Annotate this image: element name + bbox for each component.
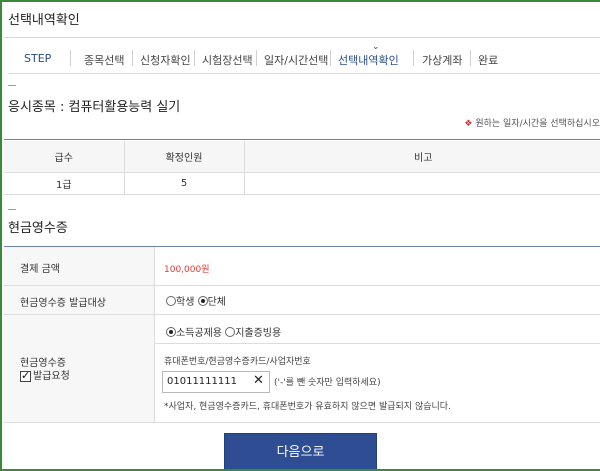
- form-bottom-border: [4, 422, 600, 423]
- table-cell: 1급: [4, 172, 125, 195]
- page-title: 선택내역확인: [8, 13, 80, 28]
- table-row: 1급 5: [4, 172, 600, 195]
- chevron-down-icon: ⌄: [372, 42, 380, 52]
- radio-group-label: 단체: [207, 297, 226, 308]
- radio-expense-proof[interactable]: [225, 326, 236, 337]
- radio-income-deduction[interactable]: [166, 326, 176, 337]
- row-divider: [4, 314, 600, 315]
- radio-student-label: 학생: [176, 297, 195, 308]
- step-item-datetime[interactable]: 일자/시간선택: [264, 52, 328, 68]
- column-divider: [154, 247, 155, 422]
- row-divider: [154, 343, 600, 344]
- column-header: 급수: [4, 141, 125, 173]
- step-divider: [413, 50, 414, 66]
- table-cell: [244, 172, 600, 195]
- step-divider: [70, 50, 71, 66]
- step-divider: [132, 50, 133, 66]
- step-divider: [470, 50, 471, 66]
- table-top-border: [4, 139, 600, 140]
- section-marker: [8, 209, 16, 210]
- window-frame: 선택내역확인 STEP 종목선택 신청자확인 시험장선택 일자/시간선택 ⌄ 선…: [0, 0, 600, 471]
- step-item-complete[interactable]: 완료: [478, 52, 498, 68]
- row-divider: [4, 285, 600, 286]
- usage-options: 소득공제용 지출증빙용: [166, 324, 281, 339]
- step-divider: [256, 50, 257, 66]
- radio-income-deduction-label: 소득공제용: [176, 328, 222, 339]
- step-divider: [194, 50, 195, 66]
- amount-label: 결제 금액: [20, 264, 60, 275]
- receipt-target-options: 학생 단체: [166, 293, 226, 308]
- title-divider: [4, 37, 600, 38]
- radio-group[interactable]: [197, 295, 208, 306]
- receipt-request-checkbox-label: 발급요청: [33, 371, 70, 382]
- step-divider: [330, 50, 331, 66]
- receipt-target-label: 현금영수증 발급대상: [20, 298, 106, 309]
- table-cell: 5: [124, 172, 245, 195]
- column-header: 비고: [244, 141, 600, 173]
- receipt-warning: *사업자, 현금영수증카드, 휴대폰번호가 유효하지 않으면 발급되지 않습니다…: [164, 402, 451, 412]
- notice-message: 원하는 일자/시간을 선택하십시오: [475, 119, 600, 129]
- receipt-section-title: 현금영수증: [8, 221, 68, 236]
- column-header: 확정인원: [124, 141, 245, 173]
- grade-table: 급수 확정인원 비고 1급 5: [4, 141, 600, 195]
- notice-text: ❖ 원하는 일자/시간을 선택하십시오: [464, 116, 600, 129]
- number-caption: 휴대폰번호/현금영수증카드/사업자번호: [164, 357, 311, 367]
- clear-icon[interactable]: ✕: [253, 373, 264, 388]
- exam-subject-title: 응시종목 : 컴퓨터활용능력 실기: [8, 100, 181, 115]
- receipt-request-checkbox[interactable]: [20, 369, 31, 382]
- step-navigation: STEP 종목선택 신청자확인 시험장선택 일자/시간선택 ⌄ 선택내역확인 가…: [8, 42, 600, 74]
- receipt-request-checkbox-wrap[interactable]: 발급요청: [20, 367, 70, 382]
- radio-student[interactable]: [166, 295, 176, 306]
- step-item-applicant[interactable]: 신청자확인: [140, 52, 191, 68]
- number-help: ('-'를 뺀 숫자만 입력하세요): [274, 378, 381, 388]
- radio-expense-proof-label: 지출증빙용: [235, 328, 282, 339]
- step-item-review[interactable]: 선택내역확인: [338, 52, 399, 68]
- step-item-subject[interactable]: 종목선택: [84, 52, 124, 68]
- step-item-virtual-account[interactable]: 가상계좌: [422, 52, 462, 68]
- diamond-icon: ❖: [464, 119, 473, 129]
- section-marker: [8, 85, 16, 86]
- step-item-venue[interactable]: 시험장선택: [202, 52, 253, 68]
- amount-value: 100,000원: [164, 265, 210, 275]
- next-button[interactable]: 다음으로: [224, 433, 377, 469]
- step-label: STEP: [24, 52, 52, 65]
